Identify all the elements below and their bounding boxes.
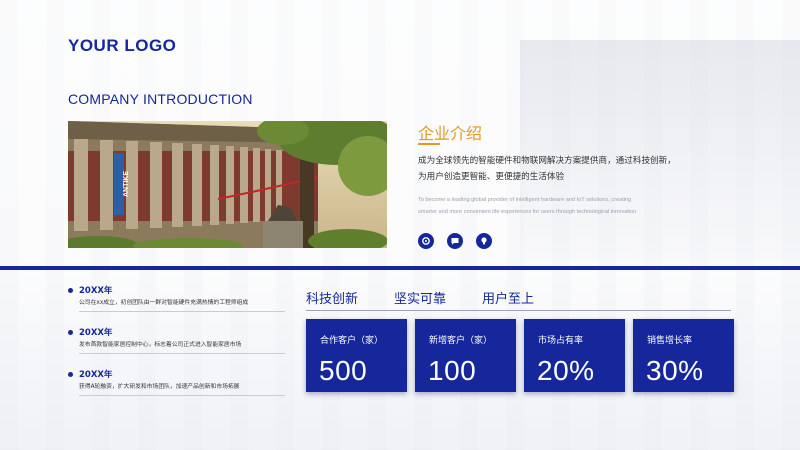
section-divider	[0, 266, 800, 270]
timeline-year: 20XX年	[79, 328, 113, 338]
stat-label: 销售增长率	[647, 336, 693, 346]
stat-value: 20%	[537, 355, 595, 386]
banner-text: ANTIKE	[123, 171, 130, 197]
timeline-year: 20XX年	[79, 370, 113, 380]
value-reliable: 坚实可靠	[394, 292, 447, 307]
timeline-rule	[79, 311, 285, 312]
chat-icon[interactable]	[447, 233, 463, 249]
timeline-dot	[68, 372, 73, 377]
background-blur	[520, 40, 800, 260]
stat-label: 新增客户（家）	[429, 336, 493, 346]
intro-en-line-2: smarter and more convenient life experie…	[418, 209, 637, 215]
intro-icon-row	[418, 233, 492, 249]
stat-value: 100	[428, 355, 477, 386]
timeline-rule	[79, 395, 285, 396]
lightbulb-icon[interactable]	[476, 233, 492, 249]
stat-value: 30%	[646, 355, 704, 386]
timeline-desc: 公司在xx成立，初创团队由一群对智能硬件充满热情的工程师组成	[79, 300, 249, 306]
values-rule	[306, 310, 731, 311]
timeline-rule	[79, 353, 285, 354]
intro-title-underline	[418, 143, 440, 145]
timeline-desc: 发布首款智能家居控制中心，标志着公司正式进入智能家居市场	[79, 342, 242, 348]
timeline-dot	[68, 330, 73, 335]
intro-en-line-1: To become a leading global provider of i…	[418, 197, 632, 203]
intro-cn-line-1: 成为全球领先的智能硬件和物联网解决方案提供商，通过科技创新，	[418, 156, 676, 166]
intro-paragraph-en: To become a leading global provider of i…	[418, 194, 718, 218]
timeline-dot	[68, 288, 73, 293]
stat-card-partners: 合作客户（家） 500	[306, 319, 407, 392]
logo: YOUR LOGO	[68, 36, 177, 55]
settings-icon[interactable]	[418, 233, 434, 249]
timeline-item: 20XX年 公司在xx成立，初创团队由一群对智能硬件充满热情的工程师组成	[68, 284, 288, 326]
core-values: 科技创新 坚实可靠 用户至上	[306, 288, 534, 307]
timeline-item: 20XX年 获得A轮融资，扩大研发和市场团队，加速产品创新和市场拓展	[68, 368, 288, 410]
stat-label: 合作客户（家）	[320, 336, 384, 346]
timeline: 20XX年 公司在xx成立，初创团队由一群对智能硬件充满热情的工程师组成 20X…	[68, 284, 288, 410]
company-title: COMPANY INTRODUCTION	[68, 91, 253, 107]
stat-card-market-share: 市场占有率 20%	[524, 319, 625, 392]
stat-card-new-clients: 新增客户（家） 100	[415, 319, 516, 392]
intro-cn-line-2: 为用户创造更智能、更便捷的生活体验	[418, 172, 565, 182]
stat-label: 市场占有率	[538, 336, 584, 346]
intro-paragraph-cn: 成为全球领先的智能硬件和物联网解决方案提供商，通过科技创新， 为用户创造更智能、…	[418, 153, 718, 185]
stat-cards: 合作客户（家） 500 新增客户（家） 100 市场占有率 20% 销售增长率 …	[306, 319, 734, 392]
intro-title: 企业介绍	[418, 124, 483, 143]
timeline-year: 20XX年	[79, 286, 113, 296]
timeline-item: 20XX年 发布首款智能家居控制中心，标志着公司正式进入智能家居市场	[68, 326, 288, 368]
stat-value: 500	[319, 355, 368, 386]
value-innovation: 科技创新	[306, 292, 359, 307]
value-user-first: 用户至上	[482, 292, 535, 307]
building-photo: ANTIKE	[68, 121, 387, 248]
stat-card-sales-growth: 销售增长率 30%	[633, 319, 734, 392]
timeline-desc: 获得A轮融资，扩大研发和市场团队，加速产品创新和市场拓展	[79, 384, 240, 390]
